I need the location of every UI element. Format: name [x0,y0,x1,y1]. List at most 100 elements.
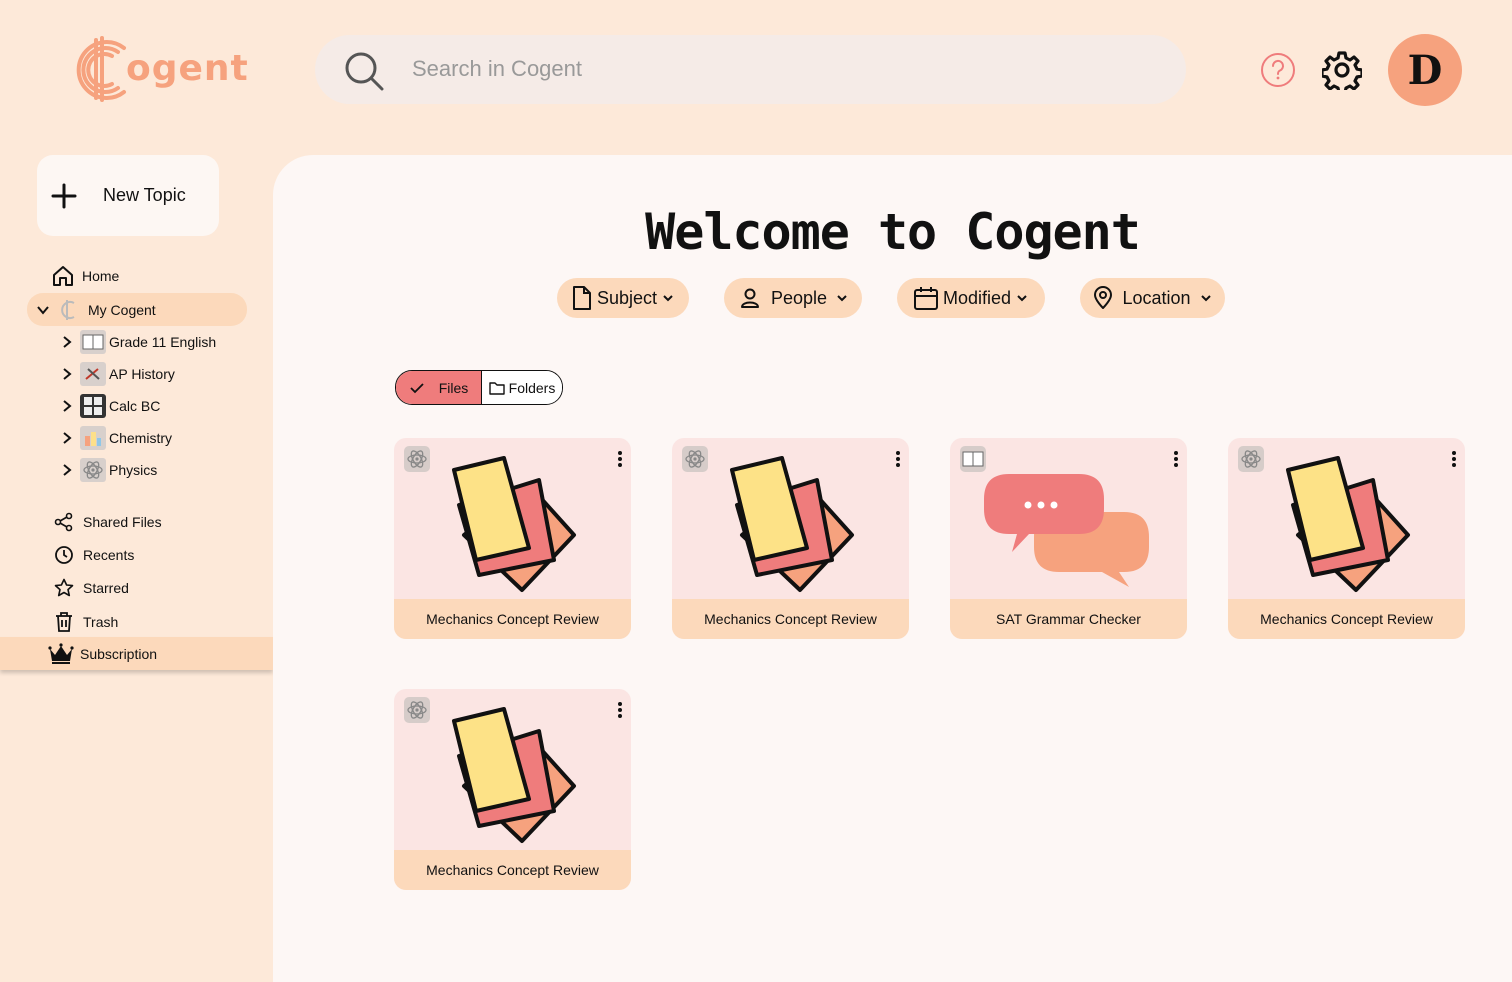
chevron-down-icon[interactable] [36,303,50,317]
chevron-down-icon [663,295,673,302]
search-icon[interactable] [343,50,385,92]
chevron-right-icon[interactable] [60,463,74,477]
folders-toggle-label: Folders [508,379,556,396]
sidebar-item-label: Shared Files [83,514,162,530]
sidebar-item-label: Recents [83,547,135,563]
calculator-icon [80,394,106,418]
book-icon [80,330,106,354]
flashcards-icon [730,456,854,592]
chevron-right-icon[interactable] [60,367,74,381]
main-panel: Welcome to Cogent Subject People Modifie… [273,155,1512,982]
sidebar-item-home[interactable]: Home [50,263,119,289]
sidebar-item-chemistry[interactable]: Chemistry [60,426,172,450]
sidebar-item-label: Trash [83,614,119,630]
chevron-right-icon[interactable] [60,431,74,445]
sidebar-item-trash[interactable]: Trash [51,609,118,635]
flask-icon [80,426,106,450]
logo-text: ogent [126,48,249,89]
cogent-mini-icon [56,297,82,323]
share-icon [51,509,77,535]
chevron-right-icon[interactable] [60,335,74,349]
chevron-down-icon [1200,295,1211,302]
card-title: Mechanics Concept Review [394,850,631,890]
chevron-right-icon[interactable] [60,399,74,413]
sidebar-item-physics[interactable]: Physics [60,458,157,482]
history-icon [80,362,106,386]
card-title: SAT Grammar Checker [950,599,1187,639]
book-icon [960,446,986,472]
sidebar-item-grade-11-english[interactable]: Grade 11 English [60,330,216,354]
subject-filter-dropdown[interactable]: Subject [557,278,689,318]
more-options-icon[interactable] [617,701,623,719]
sidebar-item-my-cogent[interactable]: My Cogent [36,297,156,323]
file-card[interactable]: SAT Grammar Checker [950,438,1187,639]
folders-toggle-button[interactable]: Folders [482,371,562,404]
card-title: Mechanics Concept Review [672,599,909,639]
people-filter-label: People [770,287,828,308]
crown-icon [48,641,74,667]
file-card[interactable]: Mechanics Concept Review [1228,438,1465,639]
atom-icon [1238,446,1264,472]
location-pin-icon [1094,286,1113,309]
home-icon [50,263,76,289]
flashcards-icon [1286,456,1410,592]
card-title: Mechanics Concept Review [394,599,631,639]
sidebar-item-label: Grade 11 English [109,334,217,350]
new-topic-label: New Topic [103,185,186,205]
page-title: Welcome to Cogent [645,203,1141,261]
more-options-icon[interactable] [895,450,901,468]
new-topic-button[interactable]: New Topic [37,155,219,236]
atom-icon [682,446,708,472]
files-toggle-button[interactable]: Files [396,371,482,404]
sidebar-item-calc-bc[interactable]: Calc BC [60,394,160,418]
file-card[interactable]: Mechanics Concept Review [672,438,909,639]
location-filter-dropdown[interactable]: Location [1080,278,1225,318]
sidebar-item-label: Calc BC [109,398,161,414]
flashcards-icon [452,456,576,592]
subject-filter-label: Subject [596,287,658,308]
card-title: Mechanics Concept Review [1228,599,1465,639]
sidebar-item-label: Home [82,268,120,284]
flashcards-icon [452,707,576,843]
location-filter-label: Location [1122,287,1191,308]
sidebar-item-label: Subscription [80,646,158,662]
sidebar-item-label: AP History [109,366,175,382]
sidebar-item-label: Physics [109,462,158,478]
modified-filter-label: Modified [942,287,1012,308]
more-options-icon[interactable] [617,450,623,468]
people-filter-dropdown[interactable]: People [724,278,862,318]
file-card[interactable]: Mechanics Concept Review [394,689,631,890]
chat-bubbles-icon [984,474,1149,587]
atom-icon [80,458,106,482]
cogent-logo[interactable]: ogent [74,34,248,106]
chevron-down-icon [1017,295,1027,302]
atom-icon [404,446,430,472]
help-icon[interactable] [1260,52,1296,88]
calendar-icon [913,287,938,310]
sidebar-item-label: My Cogent [88,302,156,318]
file-card[interactable]: Mechanics Concept Review [394,438,631,639]
person-icon [740,288,759,308]
chevron-down-icon [837,295,847,302]
atom-icon [404,697,430,723]
sidebar-item-subscription[interactable]: Subscription [48,641,157,667]
sidebar-item-label: Chemistry [109,430,173,446]
files-folders-toggle: Files Folders [395,370,563,405]
modified-filter-dropdown[interactable]: Modified [897,278,1045,318]
sidebar-item-label: Starred [83,580,129,596]
sidebar-item-shared-files[interactable]: Shared Files [51,509,162,535]
sidebar-item-starred[interactable]: Starred [51,575,129,601]
user-avatar[interactable]: D [1388,34,1462,106]
settings-gear-icon[interactable] [1322,50,1362,90]
search-bar[interactable] [315,35,1186,104]
sidebar-item-recents[interactable]: Recents [51,542,134,568]
check-icon [410,382,424,393]
more-options-icon[interactable] [1173,450,1179,468]
more-options-icon[interactable] [1451,450,1457,468]
trash-icon [51,609,77,635]
document-icon [572,286,591,310]
search-input[interactable] [410,55,1014,83]
sidebar-item-ap-history[interactable]: AP History [60,362,175,386]
clock-icon [51,542,77,568]
files-toggle-label: Files [438,379,469,396]
